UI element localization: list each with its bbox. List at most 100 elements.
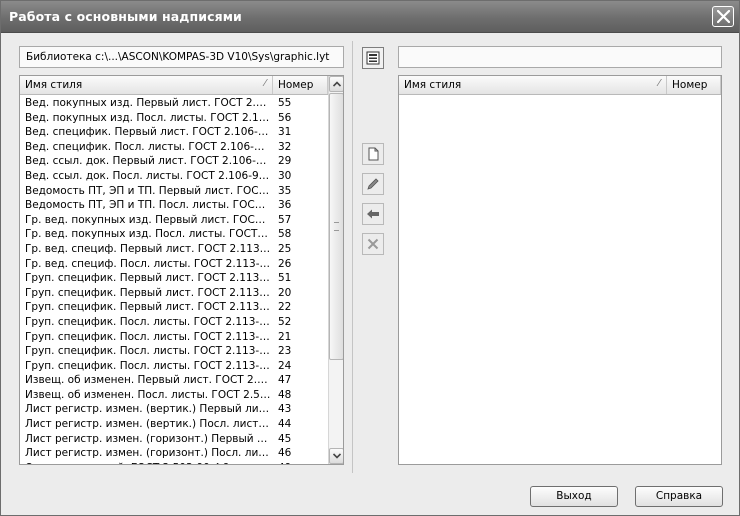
left-library-path: Библиотека c:\...\ASCON\KOMPAS-3D V10\Sy… (19, 46, 344, 68)
scroll-thumb[interactable] (329, 93, 343, 360)
column-header-name[interactable]: Имя стиля ⁄ (20, 76, 273, 94)
style-name-cell: Извещ. об изменен. Посл. листы. ГОСТ 2.5… (25, 388, 271, 401)
table-row[interactable]: Вед. ссыл. док. Посл. листы. ГОСТ 2.106-… (20, 169, 328, 184)
style-name-cell: Вед. ссыл. док. Первый лист. ГОСТ 2.106-… (25, 155, 271, 168)
exit-button[interactable]: Выход (530, 486, 618, 507)
table-row[interactable]: Гр. вед. специф. Первый лист. ГОСТ 2.113… (20, 242, 328, 257)
style-name-cell: Вед. специфик. Первый лист. ГОСТ 2.106-9… (25, 126, 271, 139)
style-name-cell: Гр. вед. покупных изд. Посл. листы. ГОСТ… (25, 228, 271, 241)
table-row[interactable]: Гр. вед. специф. Посл. листы. ГОСТ 2.113… (20, 257, 328, 272)
style-number-cell: 31 (278, 126, 292, 139)
style-name-cell: Груп. специфик. Первый лист. ГОСТ 2.113-… (25, 286, 271, 299)
table-row[interactable]: Вед. специфик. Посл. листы. ГОСТ 2.106-9… (20, 140, 328, 155)
new-document-icon (368, 147, 379, 161)
help-button[interactable]: Справка (635, 486, 723, 507)
scroll-up-button[interactable] (329, 76, 343, 92)
style-name-cell: Лист регистр. измен. (вертик.) Посл. лис… (25, 418, 271, 431)
edit-style-button[interactable] (362, 173, 384, 195)
table-row[interactable]: Груп. специфик. Первый лист. ГОСТ 2.113-… (20, 271, 328, 286)
table-row[interactable]: Груп. специфик. Посл. листы. ГОСТ 2.113-… (20, 330, 328, 345)
style-number-cell: 51 (278, 272, 292, 285)
pencil-icon (367, 178, 379, 190)
table-row[interactable]: Груп. специфик. Первый лист. ГОСТ 2.113-… (20, 300, 328, 315)
right-library-path (398, 46, 722, 68)
style-name-cell: Гр. вед. покупных изд. Первый лист. ГОСТ… (25, 213, 271, 226)
style-name-cell: Опись извещений. ГОСТ 2.503-90 Ф6. (25, 462, 271, 464)
table-row[interactable]: Лист регистр. измен. (горизонт.) Первый … (20, 432, 328, 447)
table-row[interactable]: Груп. специфик. Посл. листы. ГОСТ 2.113-… (20, 315, 328, 330)
vertical-scrollbar[interactable] (328, 76, 343, 464)
table-row[interactable]: Извещ. об изменен. Посл. листы. ГОСТ 2.5… (20, 388, 328, 403)
style-number-cell: 43 (278, 403, 292, 416)
style-name-cell: Вед. покупных изд. Первый лист. ГОСТ 2.1… (25, 97, 271, 109)
table-row[interactable]: Вед. специфик. Первый лист. ГОСТ 2.106-9… (20, 125, 328, 140)
library-icon (366, 51, 380, 65)
title-bar: Работа с основными надписями (1, 1, 739, 33)
style-number-cell: 45 (278, 432, 292, 445)
right-styles-list[interactable]: Имя стиля ⁄ Номер (398, 75, 722, 465)
table-row[interactable]: Опись извещений. ГОСТ 2.503-90 Ф6. 49 (20, 461, 328, 464)
table-row[interactable]: Вед. покупных изд. Посл. листы. ГОСТ 2.1… (20, 111, 328, 126)
table-row[interactable]: Извещ. об изменен. Первый лист. ГОСТ 2.5… (20, 373, 328, 388)
style-name-cell: Груп. специфик. Первый лист. ГОСТ 2.113-… (25, 301, 271, 314)
left-list-header: Имя стиля ⁄ Номер (20, 76, 328, 95)
panel-divider (352, 41, 353, 473)
style-name-cell: Гр. вед. специф. Посл. листы. ГОСТ 2.113… (25, 257, 271, 270)
style-number-cell: 46 (278, 447, 292, 460)
styles-rows: Вед. покупных изд. Первый лист. ГОСТ 2.1… (20, 96, 328, 464)
style-name-cell: Лист регистр. измен. (вертик.) Первый ли… (25, 403, 271, 416)
right-column-header-number[interactable]: Номер (667, 76, 721, 94)
table-row[interactable]: Груп. специфик. Посл. листы. ГОСТ 2.113-… (20, 344, 328, 359)
table-row[interactable]: Груп. специфик. Посл. листы. ГОСТ 2.113-… (20, 359, 328, 374)
style-name-cell: Ведомость ПТ, ЭП и ТП. Первый лист. ГОСТ… (25, 184, 271, 197)
close-icon (717, 10, 730, 23)
style-number-cell: 21 (278, 330, 292, 343)
new-style-button[interactable] (362, 143, 384, 165)
style-number-cell: 49 (278, 462, 291, 464)
sort-indicator-icon: ⁄ (264, 78, 266, 89)
chevron-up-icon (333, 81, 341, 87)
style-name-cell: Гр. вед. специф. Первый лист. ГОСТ 2.113… (25, 242, 271, 255)
style-name-cell: Вед. покупных изд. Посл. листы. ГОСТ 2.1… (25, 111, 271, 124)
style-name-cell: Груп. специфик. Посл. листы. ГОСТ 2.113-… (25, 345, 271, 358)
select-library-button[interactable] (362, 47, 384, 69)
cross-icon (367, 238, 379, 250)
style-name-cell: Лист регистр. измен. (горизонт.) Посл. л… (25, 447, 271, 460)
style-name-cell: Вед. специфик. Посл. листы. ГОСТ 2.106-9… (25, 140, 271, 153)
copy-to-left-button[interactable] (362, 203, 384, 225)
table-row[interactable]: Лист регистр. измен. (горизонт.) Посл. л… (20, 446, 328, 461)
style-number-cell: 35 (278, 184, 292, 197)
table-row[interactable]: Лист регистр. измен. (вертик.) Посл. лис… (20, 417, 328, 432)
style-number-cell: 55 (278, 97, 292, 109)
table-row[interactable]: Груп. специфик. Первый лист. ГОСТ 2.113-… (20, 286, 328, 301)
style-number-cell: 29 (278, 155, 292, 168)
style-name-cell: Лист регистр. измен. (горизонт.) Первый … (25, 432, 271, 445)
style-number-cell: 25 (278, 242, 292, 255)
column-header-number[interactable]: Номер (273, 76, 328, 94)
table-row[interactable]: Ведомость ПТ, ЭП и ТП. Первый лист. ГОСТ… (20, 184, 328, 199)
left-styles-list[interactable]: Имя стиля ⁄ Номер Вед. покупных изд. Пер… (19, 75, 344, 465)
style-name-cell: Ведомость ПТ, ЭП и ТП. Посл. листы. ГОСТ… (25, 199, 271, 212)
style-name-cell: Извещ. об изменен. Первый лист. ГОСТ 2.5… (25, 374, 271, 387)
style-number-cell: 48 (278, 388, 292, 401)
close-button[interactable] (712, 6, 734, 27)
style-number-cell: 44 (278, 418, 292, 431)
style-number-cell: 32 (278, 140, 292, 153)
style-number-cell: 30 (278, 169, 292, 182)
delete-style-button[interactable] (362, 233, 384, 255)
chevron-down-icon (333, 453, 341, 459)
table-row[interactable]: Вед. ссыл. док. Первый лист. ГОСТ 2.106-… (20, 154, 328, 169)
style-number-cell: 57 (278, 213, 292, 226)
style-number-cell: 56 (278, 111, 292, 124)
table-row[interactable]: Вед. покупных изд. Первый лист. ГОСТ 2.1… (20, 96, 328, 111)
table-row[interactable]: Гр. вед. покупных изд. Первый лист. ГОСТ… (20, 213, 328, 228)
style-name-cell: Груп. специфик. Посл. листы. ГОСТ 2.113-… (25, 359, 271, 372)
table-row[interactable]: Гр. вед. покупных изд. Посл. листы. ГОСТ… (20, 227, 328, 242)
scroll-down-button[interactable] (329, 448, 343, 464)
arrow-left-icon (367, 209, 379, 219)
table-row[interactable]: Лист регистр. измен. (вертик.) Первый ли… (20, 402, 328, 417)
right-column-header-name[interactable]: Имя стиля ⁄ (399, 76, 667, 94)
table-row[interactable]: Ведомость ПТ, ЭП и ТП. Посл. листы. ГОСТ… (20, 198, 328, 213)
style-number-cell: 23 (278, 345, 292, 358)
style-name-cell: Груп. специфик. Посл. листы. ГОСТ 2.113-… (25, 330, 271, 343)
